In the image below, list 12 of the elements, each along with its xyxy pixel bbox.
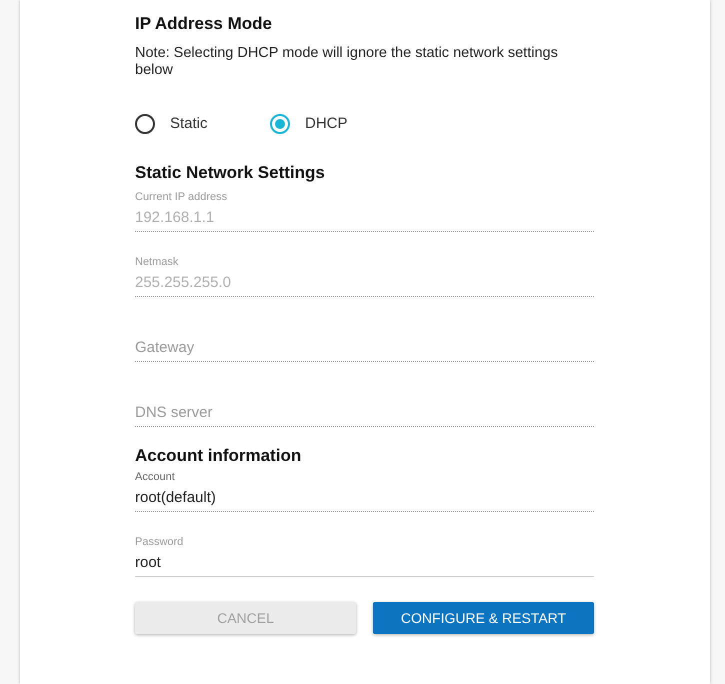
radio-option[interactable]: Static bbox=[135, 112, 270, 136]
note-text: Note: Selecting DHCP mode will ignore the static network settings below bbox=[135, 45, 559, 79]
field-label: Netmask bbox=[135, 255, 180, 269]
field-label: Current IP address bbox=[135, 190, 228, 204]
section-heading: IP Address Mode bbox=[135, 13, 273, 35]
section-heading: Static Network Settings bbox=[135, 162, 326, 184]
section-heading: Account information bbox=[135, 445, 302, 467]
radio-option[interactable]: DHCP bbox=[270, 112, 405, 136]
field-label: Account bbox=[135, 470, 176, 484]
field-label: Password bbox=[135, 535, 184, 549]
configure-button[interactable]: CONFIGURE & RESTART bbox=[373, 602, 594, 634]
input-field[interactable]: root bbox=[135, 549, 594, 577]
